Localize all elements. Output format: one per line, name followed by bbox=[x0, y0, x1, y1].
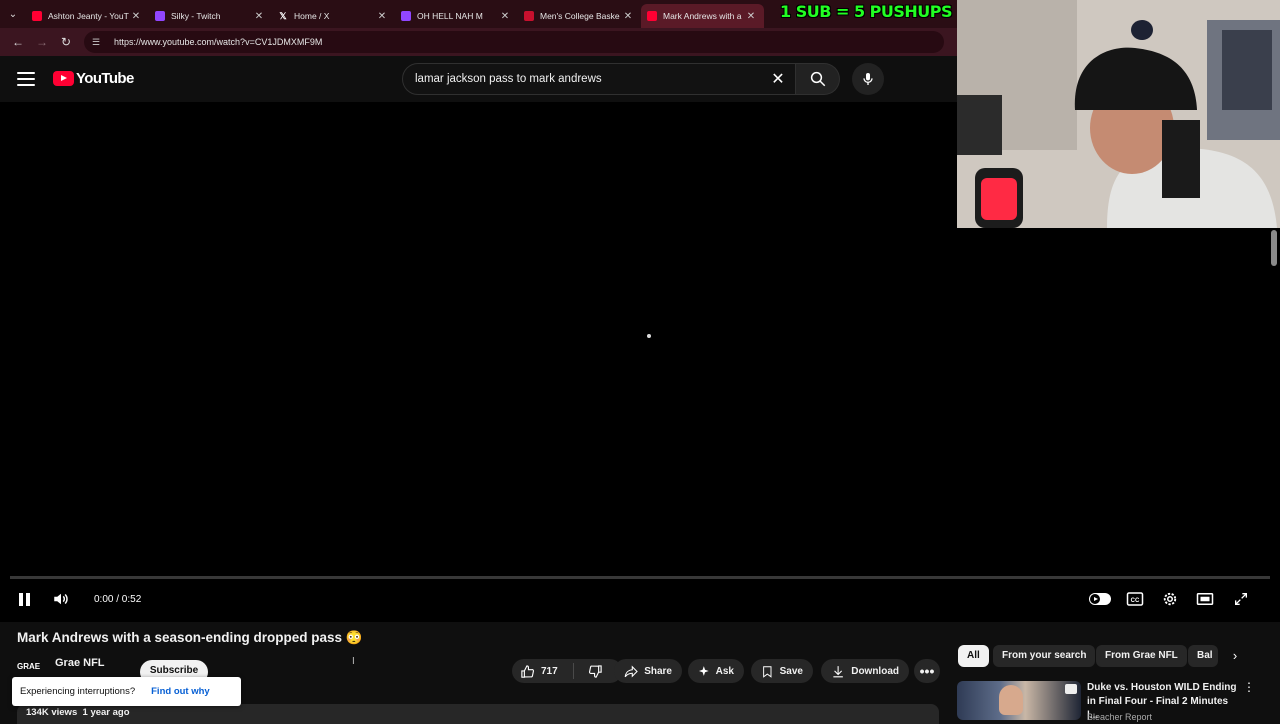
recommended-video-thumbnail[interactable] bbox=[957, 681, 1081, 720]
channel-name[interactable]: Grae NFL bbox=[55, 657, 105, 669]
chip-all[interactable]: All bbox=[958, 645, 989, 667]
youtube-logo[interactable]: YouTube bbox=[53, 70, 134, 87]
chip-from-your-search[interactable]: From your search bbox=[993, 645, 1096, 667]
twitch-favicon-icon bbox=[155, 11, 165, 21]
download-label: Download bbox=[851, 665, 899, 677]
loading-spinner-icon bbox=[647, 334, 651, 338]
youtube-logo-text: YouTube bbox=[76, 70, 134, 87]
interruptions-toast: Experiencing interruptions? Find out why bbox=[12, 677, 241, 706]
chip-bal[interactable]: Bal bbox=[1188, 645, 1218, 667]
find-out-why-link[interactable]: Find out why bbox=[151, 686, 210, 697]
progress-bar[interactable] bbox=[10, 576, 1270, 579]
settings-gear-icon[interactable] bbox=[1159, 588, 1181, 610]
search-input[interactable]: lamar jackson pass to mark andrews ✕ bbox=[402, 63, 796, 95]
chevron-right-icon[interactable]: › bbox=[1226, 645, 1244, 667]
like-count: 717 bbox=[541, 665, 558, 677]
channel-avatar[interactable]: GRAE bbox=[17, 656, 45, 676]
time-display: 0:00 / 0:52 bbox=[94, 594, 142, 605]
tab-close-icon[interactable]: ✕ bbox=[500, 11, 510, 22]
toast-message: Experiencing interruptions? bbox=[20, 686, 136, 697]
search-icon bbox=[810, 71, 825, 87]
ask-button[interactable]: Ask bbox=[688, 659, 744, 683]
share-label: Share bbox=[644, 665, 672, 677]
view-count-and-date: 134K views 1 year ago bbox=[26, 707, 130, 718]
save-label: Save bbox=[779, 665, 803, 677]
youtube-play-logo-icon bbox=[53, 71, 74, 86]
download-button[interactable]: Download bbox=[821, 659, 909, 683]
text-cursor-icon: I bbox=[352, 656, 355, 667]
reload-icon[interactable]: ↻ bbox=[54, 30, 78, 54]
site-info-icon[interactable]: ☰ bbox=[92, 37, 106, 48]
browser-tab[interactable]: Men's College Baske ✕ bbox=[518, 4, 641, 28]
youtube-favicon-icon bbox=[32, 11, 42, 21]
clear-search-icon[interactable]: ✕ bbox=[767, 69, 789, 91]
thumbs-up-icon bbox=[521, 664, 535, 678]
streamer-webcam bbox=[957, 0, 1280, 228]
browser-tab[interactable]: 𝕏 Home / X ✕ bbox=[272, 4, 395, 28]
video-title: Mark Andrews with a season-ending droppe… bbox=[17, 630, 363, 645]
search-query: lamar jackson pass to mark andrews bbox=[415, 73, 602, 85]
tab-title: Silky - Twitch bbox=[171, 11, 221, 21]
hamburger-menu-icon[interactable] bbox=[16, 69, 36, 89]
ncaa-favicon-icon bbox=[524, 11, 534, 21]
share-arrow-icon bbox=[624, 664, 638, 678]
bookmark-icon bbox=[763, 665, 772, 678]
save-button[interactable]: Save bbox=[751, 659, 813, 683]
url-text: https://www.youtube.com/watch?v=CV1JDMXM… bbox=[114, 37, 323, 47]
tab-title: OH HELL NAH M bbox=[417, 11, 483, 21]
voice-search-button[interactable] bbox=[852, 63, 884, 95]
tab-close-icon[interactable]: ✕ bbox=[746, 11, 756, 22]
more-vertical-icon[interactable]: ⋮ bbox=[1243, 681, 1255, 693]
autoplay-play-icon bbox=[1090, 594, 1100, 604]
back-arrow-icon[interactable]: ← bbox=[6, 30, 30, 54]
thumbs-down-icon bbox=[588, 664, 602, 678]
description-box[interactable] bbox=[17, 704, 939, 724]
svg-text:CC: CC bbox=[1131, 598, 1140, 604]
page-scrollbar[interactable] bbox=[1271, 230, 1277, 266]
forward-arrow-icon[interactable]: → bbox=[30, 30, 54, 54]
microphone-icon bbox=[863, 73, 873, 85]
ask-label: Ask bbox=[715, 665, 734, 677]
theater-mode-icon[interactable] bbox=[1194, 588, 1216, 610]
browser-tab[interactable]: Ashton Jeanty - YouT ✕ bbox=[26, 4, 149, 28]
stream-overlay-text: 1 SUB = 5 PUSHUPS bbox=[780, 2, 953, 21]
tab-close-icon[interactable]: ✕ bbox=[254, 11, 264, 22]
sparkle-icon bbox=[698, 666, 709, 676]
like-dislike-group: 717 bbox=[512, 659, 622, 683]
share-button[interactable]: Share bbox=[614, 659, 682, 683]
recommended-video-channel[interactable]: Bleacher Report bbox=[1087, 712, 1152, 722]
tab-close-icon[interactable]: ✕ bbox=[131, 11, 141, 22]
tab-close-icon[interactable]: ✕ bbox=[377, 11, 387, 22]
captions-icon[interactable]: CC bbox=[1124, 588, 1146, 610]
x-favicon-icon: 𝕏 bbox=[279, 10, 287, 21]
chip-from-grae-nfl[interactable]: From Grae NFL bbox=[1096, 645, 1187, 667]
autoplay-toggle[interactable] bbox=[1087, 588, 1113, 610]
bleacher-report-logo-icon bbox=[1065, 684, 1077, 694]
pause-icon[interactable] bbox=[14, 588, 34, 610]
view-count: 134K views bbox=[26, 707, 78, 718]
browser-tab-active[interactable]: Mark Andrews with a ✕ bbox=[641, 4, 764, 28]
tab-title: Ashton Jeanty - YouT bbox=[48, 11, 129, 21]
like-button[interactable]: 717 bbox=[512, 663, 574, 679]
upload-age: 1 year ago bbox=[82, 707, 130, 718]
tab-title: Mark Andrews with a bbox=[663, 11, 742, 21]
tab-close-icon[interactable]: ✕ bbox=[623, 11, 633, 22]
address-bar[interactable]: ☰ https://www.youtube.com/watch?v=CV1JDM… bbox=[84, 31, 944, 53]
browser-tab[interactable]: Silky - Twitch ✕ bbox=[149, 4, 272, 28]
browser-tab[interactable]: OH HELL NAH M ✕ bbox=[395, 4, 518, 28]
volume-icon[interactable] bbox=[50, 588, 72, 610]
tab-search-chevron-icon[interactable]: ⌄ bbox=[0, 0, 26, 28]
fullscreen-icon[interactable] bbox=[1230, 588, 1252, 610]
search-button[interactable] bbox=[796, 63, 840, 95]
youtube-favicon-icon bbox=[647, 11, 657, 21]
more-actions-icon[interactable]: ••• bbox=[914, 659, 940, 683]
download-icon bbox=[833, 665, 843, 677]
tab-title: Men's College Baske bbox=[540, 11, 620, 21]
twitch-favicon-icon bbox=[401, 11, 411, 21]
tab-title: Home / X bbox=[294, 11, 330, 21]
